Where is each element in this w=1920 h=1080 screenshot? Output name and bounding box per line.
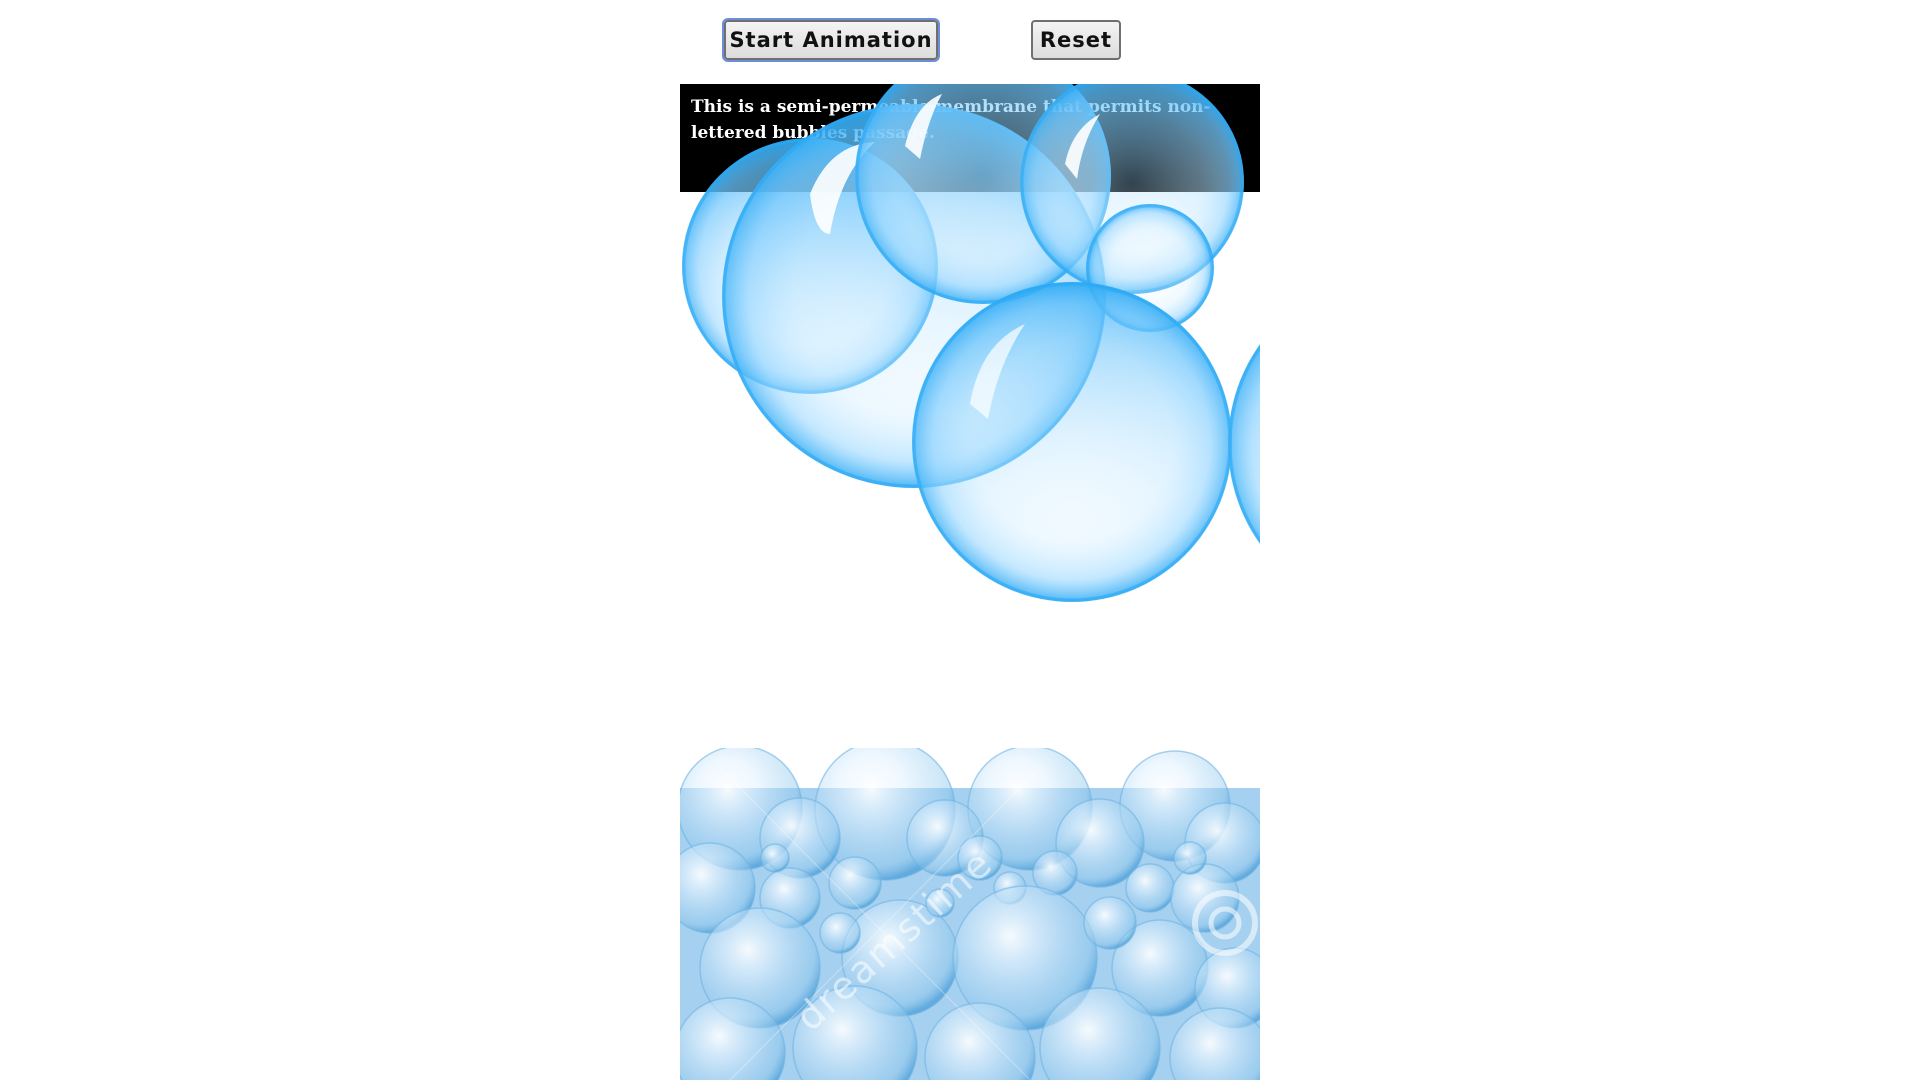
bubble (912, 282, 1232, 602)
bubble (1228, 344, 1260, 544)
start-animation-button[interactable]: Start Animation (722, 18, 940, 62)
membrane-panel: This is a semi-permeable membrane that p… (680, 84, 1260, 192)
bubble-stage: This is a semi-permeable membrane that p… (680, 84, 1260, 1080)
page: Start Animation Reset This is a semi-per… (0, 0, 1920, 1080)
membrane-text: This is a semi-permeable membrane that p… (691, 97, 1211, 143)
reset-button[interactable]: Reset (1031, 20, 1121, 60)
bubble-cluster (680, 748, 1260, 1080)
bubble (1086, 204, 1214, 332)
bubble-floor-image: dreamstime (680, 748, 1260, 1080)
